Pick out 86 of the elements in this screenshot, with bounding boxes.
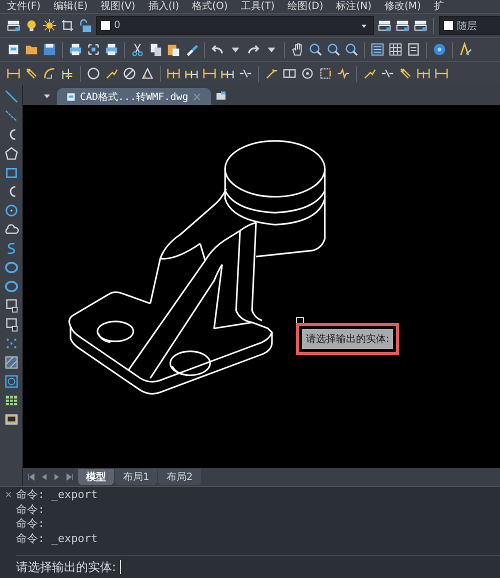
layers-icon[interactable] — [413, 18, 428, 33]
first-icon[interactable] — [26, 472, 36, 482]
leader-icon[interactable] — [264, 66, 279, 81]
menu-item[interactable]: 插入(I) — [141, 0, 186, 12]
zoom-icon[interactable] — [326, 42, 341, 57]
new-file-icon — [65, 90, 77, 102]
menu-item[interactable]: 修改(M) — [378, 0, 427, 12]
layers-icon[interactable] — [377, 18, 392, 33]
cut-icon[interactable] — [130, 42, 145, 57]
layers-icon[interactable] — [6, 18, 21, 33]
layout-tab[interactable]: 布局1 — [115, 469, 158, 485]
close-icon[interactable] — [4, 490, 12, 499]
new-file-icon[interactable] — [6, 42, 21, 57]
properties-icon[interactable] — [370, 42, 385, 57]
ellipse-icon[interactable] — [4, 260, 18, 275]
point-icon[interactable] — [4, 336, 18, 351]
save-icon[interactable] — [42, 42, 57, 57]
menu-item[interactable]: 格式(O) — [185, 0, 234, 12]
rectangle-icon[interactable] — [4, 165, 18, 180]
preview-icon[interactable] — [86, 42, 101, 57]
color-swatch — [444, 21, 453, 30]
brush-icon[interactable] — [184, 42, 199, 57]
command-input[interactable]: 请选择输出的实体: — [16, 555, 500, 578]
lock-icon[interactable] — [78, 18, 93, 33]
command-history-line: 命令: — [16, 517, 46, 532]
block-icon[interactable] — [4, 298, 18, 313]
document-icon[interactable] — [406, 42, 421, 57]
command-tooltip: 请选择输出的实体: — [302, 329, 394, 349]
zoom-icon[interactable] — [308, 42, 323, 57]
copy-icon[interactable] — [148, 42, 163, 57]
hand-icon[interactable] — [290, 42, 305, 57]
hatch-icon[interactable] — [4, 355, 18, 370]
dimension-icon[interactable] — [434, 66, 449, 81]
wave-icon[interactable] — [336, 66, 351, 81]
panels-icon[interactable] — [388, 42, 403, 57]
text-style-icon[interactable] — [458, 42, 473, 57]
block-icon[interactable] — [4, 317, 18, 332]
printer-icon[interactable] — [68, 42, 83, 57]
region-icon[interactable] — [4, 374, 18, 389]
printer-icon[interactable] — [104, 42, 119, 57]
zoom-icon[interactable] — [344, 42, 359, 57]
radius-icon[interactable] — [86, 66, 101, 81]
menu-item[interactable]: 工具(T) — [234, 0, 281, 12]
layer-dropdown[interactable]: 0 — [96, 16, 374, 35]
menu-item[interactable]: 扩 — [426, 0, 450, 12]
aligned-dimension-icon[interactable] — [24, 66, 39, 81]
cloud-icon[interactable] — [4, 222, 18, 237]
arc-dimension-icon[interactable] — [42, 66, 57, 81]
help-icon[interactable] — [432, 42, 447, 57]
ordinate-icon[interactable] — [60, 66, 75, 81]
inspect-icon[interactable] — [318, 66, 333, 81]
ellipse-icon[interactable] — [4, 279, 18, 294]
tolerance-icon[interactable] — [282, 66, 297, 81]
menu-item[interactable]: 文件(F) — [0, 0, 47, 12]
diameter-icon[interactable] — [122, 66, 137, 81]
menu-item[interactable]: 视图(V) — [94, 0, 142, 12]
command-history-line: 命令: — [16, 502, 46, 517]
crop-icon[interactable] — [60, 18, 75, 33]
color-dropdown[interactable]: 随层 — [439, 16, 500, 35]
menu-item[interactable]: 标注(N) — [329, 0, 378, 12]
baseline-icon[interactable] — [416, 66, 431, 81]
dimension-icon[interactable] — [6, 66, 21, 81]
sun-icon[interactable] — [42, 18, 57, 33]
layout-tab[interactable]: 布局2 — [158, 469, 201, 485]
angle-icon[interactable] — [140, 66, 155, 81]
menu-item[interactable]: 编辑(E) — [46, 0, 94, 12]
color-swatch — [101, 21, 110, 30]
polygon-icon[interactable] — [4, 146, 18, 161]
line-icon[interactable] — [4, 89, 18, 104]
paste-icon[interactable] — [166, 42, 181, 57]
command-history-line: 命令: _export — [16, 488, 99, 502]
menu-item[interactable]: 绘图(D) — [280, 0, 330, 12]
tab-folder-icon[interactable] — [215, 90, 228, 102]
table-icon[interactable] — [4, 393, 18, 408]
baseline-icon[interactable] — [166, 66, 181, 81]
circle-icon[interactable] — [4, 203, 18, 218]
center-mark-icon[interactable] — [300, 66, 315, 81]
aligned-dimension-icon[interactable] — [398, 66, 413, 81]
document-tab[interactable]: CAD格式...转WMF.dwg — [57, 88, 212, 105]
layout-tab[interactable]: 模型 — [78, 469, 114, 485]
image-icon[interactable] — [4, 412, 18, 427]
dimension-icon[interactable] — [202, 66, 217, 81]
layers-icon[interactable] — [395, 18, 410, 33]
last-icon[interactable] — [65, 472, 75, 482]
polyline-icon[interactable] — [4, 108, 18, 123]
command-history-line: 命令: _export — [16, 532, 99, 546]
